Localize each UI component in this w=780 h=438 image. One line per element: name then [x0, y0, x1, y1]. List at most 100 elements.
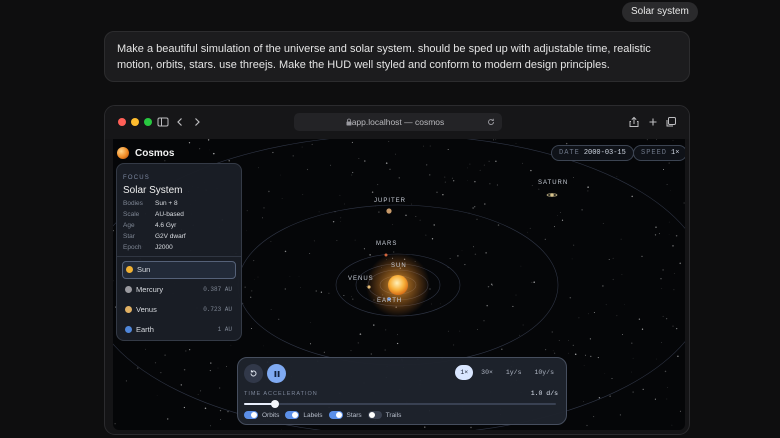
star: [668, 221, 670, 223]
star: [668, 234, 670, 235]
zoom-traffic-light[interactable]: [144, 118, 152, 126]
star: [631, 195, 633, 198]
app-brand: Cosmos: [117, 147, 174, 159]
star: [489, 183, 491, 185]
orbits-toggle[interactable]: Orbits: [244, 411, 279, 419]
star: [430, 303, 432, 305]
star: [114, 423, 116, 425]
star: [553, 226, 556, 228]
star: [378, 211, 380, 213]
star: [449, 258, 451, 259]
star: [405, 214, 407, 217]
acceleration-label: TIME ACCELERATION: [244, 391, 318, 397]
star: [200, 390, 202, 392]
star: [284, 288, 286, 290]
star: [620, 238, 622, 240]
slider-thumb[interactable]: [271, 400, 280, 408]
star: [280, 174, 281, 176]
star: [474, 180, 476, 183]
star: [447, 330, 449, 332]
sun-label: SUN: [391, 263, 407, 269]
earth-label: EARTH: [377, 298, 403, 304]
star: [354, 239, 356, 241]
address-bar[interactable]: app.localhost — cosmos: [294, 113, 502, 131]
star: [442, 194, 444, 196]
star: [183, 406, 186, 409]
star: [567, 352, 569, 354]
body-item-earth[interactable]: Earth 1 AU: [122, 321, 236, 339]
stars-toggle[interactable]: Stars: [328, 411, 362, 419]
labels-toggle[interactable]: Labels: [285, 411, 323, 419]
body-item-venus[interactable]: Venus 0.723 AU: [122, 301, 236, 319]
star: [487, 285, 490, 288]
star: [453, 180, 455, 182]
star: [309, 252, 311, 255]
reload-icon[interactable]: [487, 118, 495, 126]
speed-option-10y[interactable]: 10y/s: [529, 365, 559, 380]
star: [476, 218, 478, 220]
orbits-switch[interactable]: [244, 411, 258, 419]
star: [189, 349, 191, 351]
star: [281, 429, 282, 430]
star: [661, 288, 663, 289]
star: [272, 151, 274, 154]
star: [583, 365, 585, 366]
forward-icon[interactable]: [191, 116, 203, 128]
speed-option-1y[interactable]: 1y/s: [501, 365, 527, 380]
jupiter-label: JUPITER: [374, 198, 407, 204]
star: [553, 352, 556, 354]
star: [306, 168, 309, 171]
star: [479, 169, 481, 171]
venus-label: VENUS: [348, 276, 374, 282]
star: [262, 217, 263, 219]
star: [419, 219, 421, 221]
star: [185, 350, 187, 352]
acceleration-slider[interactable]: [244, 400, 556, 408]
star: [166, 418, 169, 420]
body-item-mercury[interactable]: Mercury 0.387 AU: [122, 281, 236, 299]
star: [531, 185, 533, 186]
body-item-sun[interactable]: Sun: [122, 261, 236, 279]
star: [612, 278, 614, 281]
star: [373, 324, 375, 326]
star: [666, 183, 668, 186]
new-tab-icon[interactable]: [647, 116, 659, 128]
close-traffic-light[interactable]: [118, 118, 126, 126]
star: [578, 317, 580, 319]
share-icon[interactable]: [628, 116, 640, 128]
star: [447, 267, 449, 268]
pause-button[interactable]: [267, 364, 286, 383]
trails-toggle[interactable]: Trails: [367, 411, 401, 419]
chat-prompt: Make a beautiful simulation of the unive…: [104, 31, 690, 82]
star: [340, 221, 341, 222]
star: [662, 315, 664, 317]
reset-button[interactable]: [244, 364, 263, 383]
speed-option-1x[interactable]: 1×: [455, 365, 474, 380]
trails-switch[interactable]: [367, 411, 382, 419]
sidebar-icon[interactable]: [157, 116, 169, 128]
star: [180, 384, 182, 386]
star: [672, 325, 674, 327]
star: [263, 345, 264, 347]
back-icon[interactable]: [174, 116, 186, 128]
stars-switch[interactable]: [328, 411, 343, 419]
tabs-icon[interactable]: [665, 116, 677, 128]
star: [219, 387, 221, 389]
info-row: Age 4.6 Gyr: [123, 222, 177, 229]
minimize-traffic-light[interactable]: [131, 118, 139, 126]
star: [662, 269, 664, 271]
star: [587, 313, 589, 315]
star: [672, 245, 674, 247]
star: [522, 324, 524, 326]
speed-option-30x[interactable]: 30×: [476, 365, 498, 380]
star: [491, 284, 493, 286]
simulation-viewport[interactable]: SATURN JUPITER MARS SUN VENUS EARTH Cosm…: [113, 139, 685, 430]
star: [251, 290, 253, 292]
speed-pill: SPEED 1×: [633, 145, 685, 161]
sun-dot-icon: [126, 266, 133, 273]
labels-switch[interactable]: [285, 411, 300, 419]
star: [219, 409, 222, 412]
star: [429, 174, 431, 176]
star: [605, 304, 607, 306]
star: [246, 210, 248, 212]
